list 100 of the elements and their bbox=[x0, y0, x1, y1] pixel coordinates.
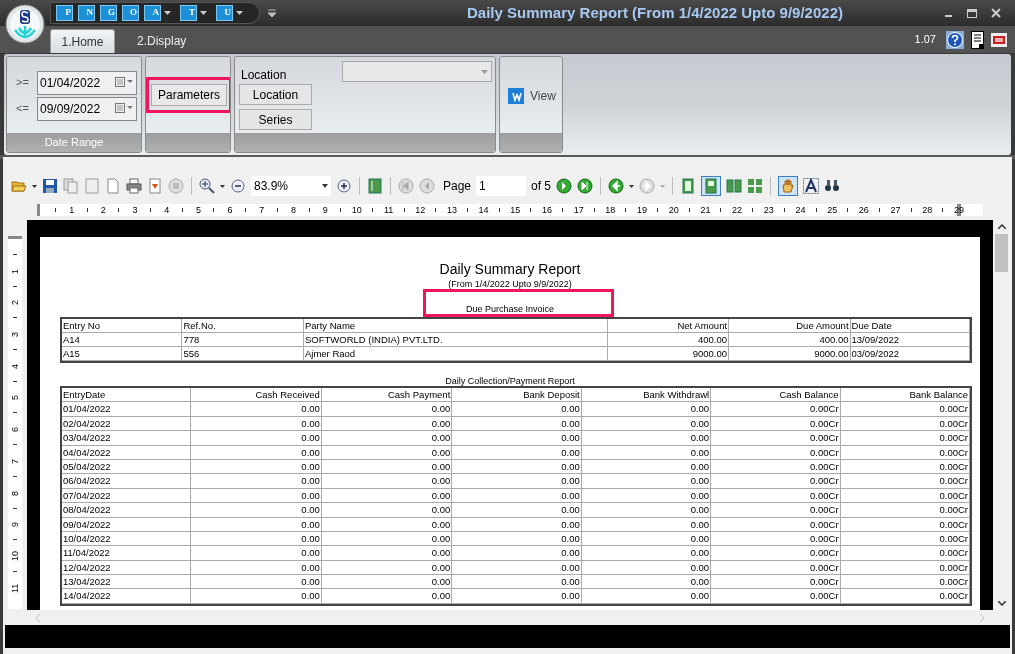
view-button[interactable]: View bbox=[508, 87, 556, 105]
column-header: Party Name bbox=[303, 319, 608, 332]
ruler-number: 4 bbox=[163, 204, 171, 216]
table-cell: 0.00 bbox=[581, 589, 712, 603]
date-field[interactable]: 01/04/2022 bbox=[37, 71, 137, 95]
print-icon[interactable] bbox=[126, 178, 142, 194]
two-pages-icon[interactable] bbox=[726, 178, 743, 194]
table-cell: 0.00 bbox=[191, 531, 322, 546]
zoom-dropdown[interactable]: 83.9% bbox=[251, 176, 331, 196]
last-page-icon[interactable] bbox=[577, 178, 594, 194]
hand-icon[interactable] bbox=[778, 176, 799, 196]
customize-icon[interactable] bbox=[268, 9, 276, 17]
ruler-number: 5 bbox=[194, 204, 202, 216]
table-cell: 03/04/2022 bbox=[62, 431, 192, 445]
ribbon-tab[interactable]: 2.Display bbox=[130, 29, 194, 53]
scroll-up-icon[interactable] bbox=[997, 224, 1006, 229]
maximize-icon[interactable] bbox=[967, 8, 977, 18]
text-select-icon[interactable] bbox=[803, 178, 820, 194]
table-cell: 0.00 bbox=[321, 589, 453, 603]
table-cell: 0.00 bbox=[452, 531, 582, 546]
date-field[interactable]: 09/09/2022 bbox=[37, 97, 137, 121]
ruler-number: 24 bbox=[794, 204, 807, 216]
table-cell: 0.00Cr bbox=[840, 546, 971, 560]
page-field[interactable]: 1 bbox=[476, 176, 527, 196]
zoom-out-icon[interactable] bbox=[230, 178, 246, 194]
table-cell: 0.00Cr bbox=[711, 589, 841, 603]
table-cell: 0.00Cr bbox=[711, 503, 841, 517]
table-cell: 0.00 bbox=[191, 503, 322, 517]
ruler-number: 8 bbox=[290, 204, 297, 216]
table-cell: 0.00 bbox=[191, 560, 322, 575]
table-cell: 0.00Cr bbox=[840, 531, 971, 546]
table-cell: 400.00 bbox=[729, 333, 851, 346]
table-cell: SOFTWORLD (INDIA) PVT.LTD. bbox=[303, 333, 608, 346]
column-header: Bank Balance bbox=[840, 388, 971, 402]
table-cell: 0.00 bbox=[581, 546, 712, 560]
table-cell: 01/04/2022 bbox=[62, 402, 192, 416]
exit-icon[interactable] bbox=[991, 32, 1007, 47]
zoom-in-icon[interactable] bbox=[199, 178, 215, 194]
ruler-number: 6 bbox=[10, 425, 20, 434]
ribbon-tab[interactable]: 1.Home bbox=[50, 29, 115, 53]
series-button[interactable]: Series bbox=[239, 109, 312, 130]
section-heading: Due Purchase Invoice bbox=[464, 303, 556, 316]
operator-label: <= bbox=[15, 100, 30, 116]
table-cell: 11/04/2022 bbox=[62, 546, 192, 560]
ruler-number: 7 bbox=[10, 457, 20, 466]
help-icon[interactable] bbox=[946, 30, 964, 49]
table-cell: 0.00 bbox=[581, 431, 712, 445]
document-icon[interactable] bbox=[971, 30, 984, 49]
scroll-down-icon[interactable] bbox=[997, 601, 1006, 606]
table-cell: 0.00 bbox=[321, 416, 453, 431]
table-cell: 0.00Cr bbox=[840, 431, 971, 445]
save-icon[interactable] bbox=[42, 178, 58, 194]
ruler-number: 12 bbox=[414, 204, 427, 216]
table-cell: 0.00 bbox=[191, 416, 322, 431]
multiple-pages-icon[interactable] bbox=[747, 178, 764, 194]
table-cell: 12/04/2022 bbox=[62, 560, 192, 575]
table-cell: 0.00 bbox=[321, 575, 453, 589]
next-page-icon[interactable] bbox=[556, 178, 573, 194]
table-cell: 0.00 bbox=[191, 402, 322, 416]
ruler-number: 16 bbox=[541, 204, 553, 216]
close-icon[interactable] bbox=[991, 8, 1001, 18]
view-icon bbox=[508, 88, 524, 104]
table-cell: 0.00 bbox=[321, 560, 453, 575]
single-page-icon[interactable] bbox=[680, 178, 697, 194]
thumbnails-icon[interactable] bbox=[367, 178, 383, 194]
table-cell: 0.00 bbox=[191, 517, 322, 531]
column-header: Cash Received bbox=[191, 388, 322, 402]
table-cell: 0.00 bbox=[452, 402, 582, 416]
calendar-icon[interactable] bbox=[115, 77, 133, 87]
table-cell: 0.00 bbox=[581, 488, 712, 503]
table-cell: 0.00 bbox=[452, 517, 582, 531]
table-cell: 0.00 bbox=[321, 402, 453, 416]
calendar-icon[interactable] bbox=[115, 103, 133, 113]
table-cell: 0.00 bbox=[321, 459, 453, 474]
page-width-icon[interactable] bbox=[701, 176, 722, 196]
ruler-number: 11 bbox=[10, 581, 20, 594]
back-icon[interactable] bbox=[608, 178, 625, 194]
table-cell: 9000.00 bbox=[729, 347, 851, 360]
table-cell: 13/09/2022 bbox=[850, 333, 970, 346]
table-cell: 0.00 bbox=[191, 431, 322, 445]
location-button[interactable]: Location bbox=[239, 84, 312, 105]
new-page-icon[interactable] bbox=[105, 178, 121, 194]
caret-icon bbox=[322, 184, 328, 188]
caret-icon bbox=[481, 69, 488, 74]
table-cell: 0.00 bbox=[321, 431, 453, 445]
table-cell: 9000.00 bbox=[607, 347, 730, 360]
column-header: Ref.No. bbox=[182, 319, 304, 332]
export-icon[interactable] bbox=[147, 178, 163, 194]
open-folder-icon[interactable] bbox=[11, 178, 27, 194]
zoom-plus-icon[interactable] bbox=[336, 178, 352, 194]
table-cell: 0.00 bbox=[321, 488, 453, 503]
ruler-number: 13 bbox=[445, 204, 458, 216]
column-header: Cash Payment bbox=[321, 388, 453, 402]
parameters-button[interactable]: Parameters bbox=[151, 84, 227, 106]
find-icon[interactable] bbox=[824, 178, 841, 194]
scroll-thumb[interactable] bbox=[995, 234, 1008, 272]
table-cell: 0.00 bbox=[191, 546, 322, 560]
report-title: Daily Summary Report bbox=[438, 260, 582, 279]
table-cell: 0.00 bbox=[581, 459, 712, 474]
ruler-number: 17 bbox=[572, 204, 585, 216]
